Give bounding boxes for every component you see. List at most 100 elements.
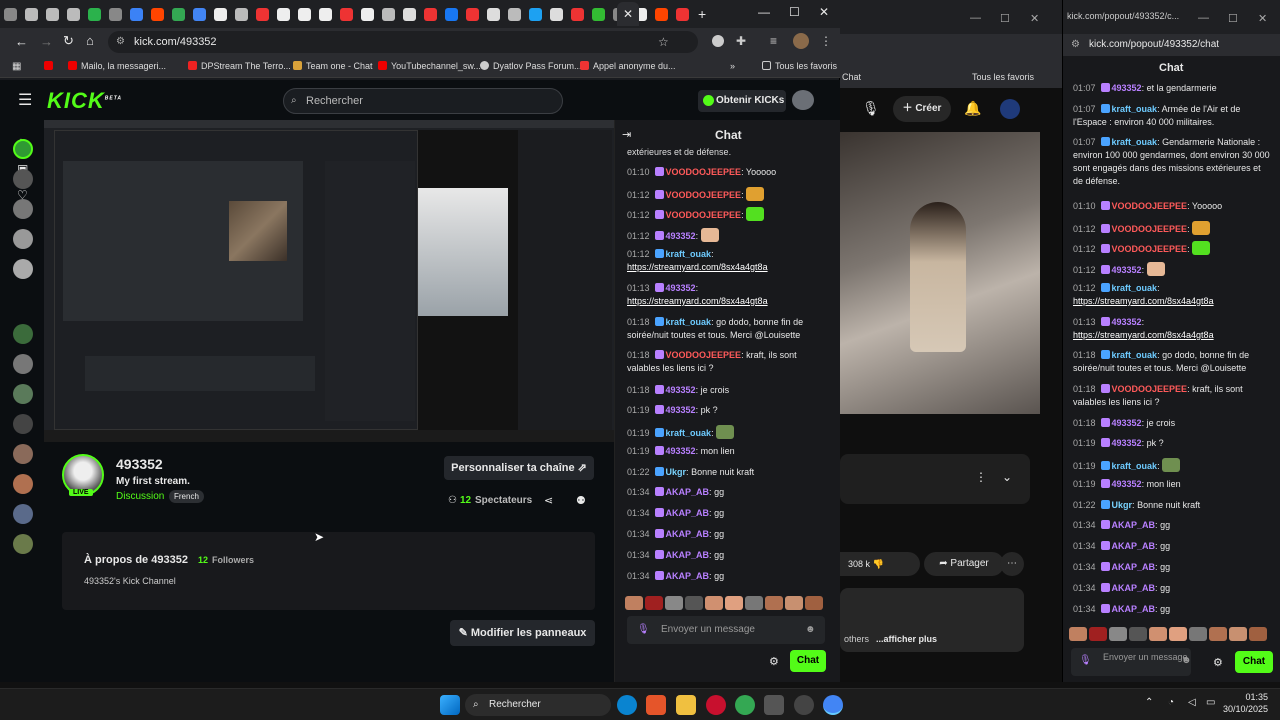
tray-chevron-icon[interactable]: ⌃ xyxy=(1145,697,1153,708)
message-username[interactable]: 493352 xyxy=(666,385,696,395)
yt-bookmark-chat[interactable]: Chat xyxy=(842,72,861,82)
message-username[interactable]: AKAP_AB xyxy=(666,487,710,497)
quick-emote-icon[interactable] xyxy=(785,596,803,610)
user-avatar[interactable] xyxy=(792,90,814,110)
message-username[interactable]: VOODOOJEEPEE xyxy=(666,167,742,177)
followed-channel-avatar[interactable] xyxy=(13,229,33,249)
minimize-button[interactable]: — xyxy=(758,5,770,19)
brave-icon[interactable] xyxy=(646,695,666,715)
chat-message[interactable]: 01:12 VOODOOJEEPEE: xyxy=(1073,241,1273,256)
bookmark-youtube-icon[interactable] xyxy=(44,61,57,71)
mic-icon[interactable]: 🎙 xyxy=(862,100,880,117)
video-player[interactable] xyxy=(44,120,614,442)
extensions-puzzle-icon[interactable]: ✚ xyxy=(736,34,746,48)
chat-message[interactable]: 01:34 AKAP_AB: gg xyxy=(1073,519,1273,532)
message-username[interactable]: AKAP_AB xyxy=(1112,520,1156,530)
tab-favicon[interactable] xyxy=(424,7,437,21)
message-username[interactable]: Ukgr xyxy=(666,467,687,477)
maximize-button[interactable]: ☐ xyxy=(789,5,800,19)
message-username[interactable]: Ukgr xyxy=(1112,500,1133,510)
yt-all-bookmarks[interactable]: Tous les favoris xyxy=(972,72,1034,82)
tab-favicon[interactable] xyxy=(235,7,248,21)
tab-favicon[interactable] xyxy=(445,7,458,21)
message-username[interactable]: VOODOOJEEPEE xyxy=(1112,224,1188,234)
channel-name[interactable]: 493352 xyxy=(116,456,163,472)
message-username[interactable]: AKAP_AB xyxy=(666,529,710,539)
bookmarks-overflow-icon[interactable]: » xyxy=(730,61,735,71)
chat-message[interactable]: 01:19 493352: mon lien xyxy=(1073,478,1273,491)
yt-maximize[interactable]: ☐ xyxy=(1000,12,1010,25)
message-username[interactable]: VOODOOJEEPEE xyxy=(1112,201,1188,211)
message-username[interactable]: kraft_ouak xyxy=(1112,137,1158,147)
tab-favicon[interactable] xyxy=(550,7,563,21)
tab-favicon[interactable] xyxy=(466,7,479,21)
settings-icon[interactable] xyxy=(794,695,814,715)
language-tag[interactable]: French xyxy=(169,490,204,503)
quick-emote-icon[interactable] xyxy=(1169,627,1187,641)
search-input[interactable]: ⌕ Rechercher xyxy=(283,88,563,114)
bookmark-star-icon[interactable]: ☆ xyxy=(658,31,669,53)
quick-emote-icon[interactable] xyxy=(1209,627,1227,641)
followed-channel-avatar[interactable] xyxy=(13,384,33,404)
quick-emote-icon[interactable] xyxy=(805,596,823,610)
popout-settings-icon[interactable]: ⚙ xyxy=(1213,656,1223,669)
chat-message[interactable]: 01:22 Ukgr: Bonne nuit kraft xyxy=(1073,499,1273,512)
tab-favicon[interactable] xyxy=(676,7,689,21)
chat-message[interactable]: 01:19 493352: mon lien xyxy=(627,445,832,458)
chat-message[interactable]: 01:34 AKAP_AB: gg xyxy=(627,528,832,541)
followed-channel-avatar[interactable] xyxy=(13,444,33,464)
follow-user-icon[interactable]: ⚉ xyxy=(576,494,586,507)
followed-channel-avatar[interactable] xyxy=(13,324,33,344)
quick-emote-icon[interactable] xyxy=(625,596,643,610)
quick-emote-icon[interactable] xyxy=(725,596,743,610)
message-username[interactable]: 493352 xyxy=(1112,317,1142,327)
quick-emote-icon[interactable] xyxy=(1189,627,1207,641)
message-username[interactable]: AKAP_AB xyxy=(1112,562,1156,572)
message-username[interactable]: VOODOOJEEPEE xyxy=(1112,244,1188,254)
bookmark-4[interactable]: YouTubechannel_sw... xyxy=(378,61,481,71)
tab-favicon[interactable] xyxy=(4,7,17,21)
followed-channel-avatar[interactable] xyxy=(13,534,33,554)
show-more-link[interactable]: ...afficher plus xyxy=(876,634,937,644)
share-icon[interactable]: ⋖ xyxy=(544,494,553,507)
bookmark-5[interactable]: Dyatlov Pass Forum... xyxy=(480,61,582,71)
message-username[interactable]: AKAP_AB xyxy=(1112,541,1156,551)
chat-message[interactable]: 01:18 493352: je crois xyxy=(1073,417,1273,430)
chat-message[interactable]: 01:10 VOODOOJEEPEE: Yooooo xyxy=(1073,200,1273,213)
chat-message[interactable]: 01:10 VOODOOJEEPEE: Yooooo xyxy=(627,166,832,179)
followed-channel-avatar[interactable] xyxy=(13,354,33,374)
chat-message[interactable]: 01:12 VOODOOJEEPEE: xyxy=(627,187,832,202)
chat-message[interactable]: 01:18 kraft_ouak: go dodo, bonne fin de s… xyxy=(627,316,832,342)
more-actions-button[interactable]: ⋯ xyxy=(1000,552,1024,576)
tab-favicon[interactable] xyxy=(361,7,374,21)
quick-emote-icon[interactable] xyxy=(1249,627,1267,641)
category-link[interactable]: Discussion xyxy=(116,491,164,502)
chat-input[interactable]: 🎙 Envoyer un message ☻ xyxy=(627,616,825,644)
site-info-icon[interactable]: ⚙ xyxy=(116,31,125,53)
followed-channel-avatar[interactable] xyxy=(13,414,33,434)
message-username[interactable]: 493352 xyxy=(666,283,696,293)
tab-favicon[interactable] xyxy=(382,7,395,21)
chat-message[interactable]: 01:34 AKAP_AB: gg xyxy=(1073,540,1273,553)
chat-message[interactable]: 01:18 kraft_ouak: go dodo, bonne fin de s… xyxy=(1073,349,1273,375)
message-username[interactable]: kraft_ouak xyxy=(1112,461,1158,471)
message-username[interactable]: 493352 xyxy=(1112,479,1142,489)
message-username[interactable]: VOODOOJEEPEE xyxy=(666,210,742,220)
quick-emote-icon[interactable] xyxy=(765,596,783,610)
tab-favicon[interactable] xyxy=(655,7,668,21)
extension-icon[interactable] xyxy=(712,35,724,47)
quick-emote-icon[interactable] xyxy=(705,596,723,610)
quick-emote-icon[interactable] xyxy=(745,596,763,610)
yt-minimize[interactable]: — xyxy=(970,12,981,24)
message-username[interactable]: 493352 xyxy=(1112,438,1142,448)
customize-channel-button[interactable]: Personnaliser ta chaîne ⇗ xyxy=(444,456,594,480)
message-username[interactable]: 493352 xyxy=(666,405,696,415)
message-username[interactable]: 493352 xyxy=(1112,83,1142,93)
chat-message[interactable]: 01:07 kraft_ouak: Gendarmerie Nationale :… xyxy=(1073,136,1273,188)
quick-emote-icon[interactable] xyxy=(1109,627,1127,641)
wifi-icon[interactable]: ◔ xyxy=(1168,697,1174,708)
chat-message[interactable]: 01:12 VOODOOJEEPEE: xyxy=(1073,221,1273,236)
bookmark-6[interactable]: Appel anonyme du... xyxy=(580,61,676,71)
tab-favicon[interactable] xyxy=(340,7,353,21)
emoji-icon[interactable]: ☻ xyxy=(805,616,816,644)
